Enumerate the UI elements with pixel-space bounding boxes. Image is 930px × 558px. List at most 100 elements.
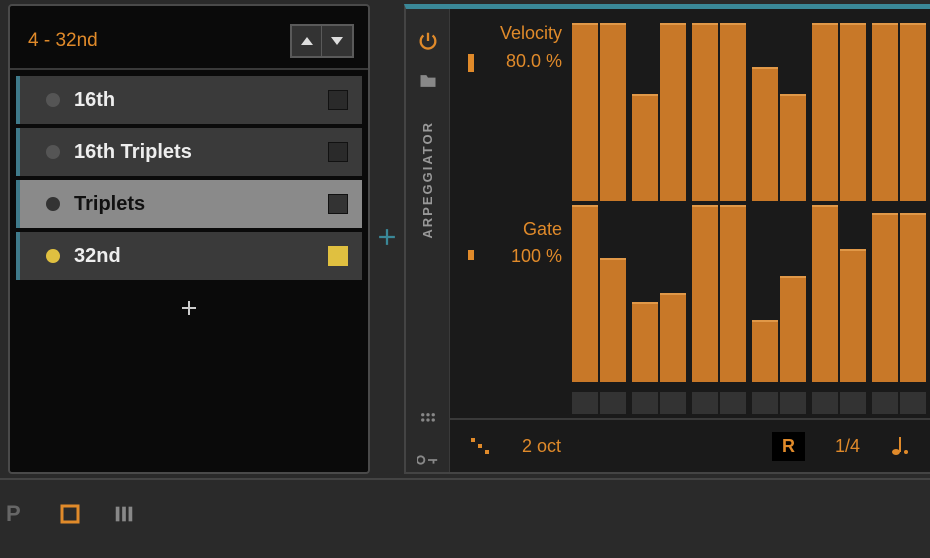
step-cell-pair[interactable] — [872, 392, 926, 414]
velocity-track[interactable] — [572, 23, 926, 201]
preset-dropdown-label[interactable]: 4 - 32nd — [28, 30, 98, 52]
bar[interactable] — [812, 205, 838, 383]
step-cell[interactable] — [692, 392, 718, 414]
preset-next-button[interactable] — [322, 26, 352, 56]
bar-step[interactable] — [632, 205, 686, 383]
list-item-indicator — [46, 93, 60, 107]
list-item-label: 16th — [74, 89, 314, 112]
bar[interactable] — [692, 23, 718, 201]
step-cell[interactable] — [720, 392, 746, 414]
step-cell-pair[interactable] — [812, 392, 866, 414]
preset-prev-button[interactable] — [292, 26, 322, 56]
bar[interactable] — [780, 94, 806, 201]
add-preset-button[interactable] — [16, 284, 362, 332]
bar[interactable] — [900, 213, 926, 382]
power-button[interactable] — [416, 29, 440, 53]
bar[interactable] — [572, 205, 598, 383]
octaves-value: 2 oct — [522, 436, 561, 457]
bar[interactable] — [720, 23, 746, 201]
step-cell-pair[interactable] — [632, 392, 686, 414]
step-cell[interactable] — [840, 392, 866, 414]
device-side-strip: ARPEGGIATOR — [406, 9, 450, 472]
mode-value: R — [772, 432, 805, 461]
step-cell[interactable] — [752, 392, 778, 414]
bar-step[interactable] — [692, 205, 746, 383]
bar[interactable] — [752, 320, 778, 382]
list-item[interactable]: 16th Triplets — [16, 128, 362, 176]
step-cell[interactable] — [572, 392, 598, 414]
view-single-button[interactable] — [57, 501, 83, 527]
device-body: Velocity 80.0 % Gate 100 % — [450, 9, 930, 472]
preset-list-panel: 4 - 32nd 16th 16th Triplets Triplets 32nd — [8, 4, 370, 474]
view-columns-button[interactable] — [111, 501, 137, 527]
bar[interactable] — [872, 23, 898, 201]
key-button[interactable] — [416, 448, 440, 472]
bar[interactable] — [600, 258, 626, 382]
bar[interactable] — [660, 293, 686, 382]
bar-step[interactable] — [572, 205, 626, 383]
list-item-indicator — [46, 145, 60, 159]
bar-step[interactable] — [572, 23, 626, 201]
bar[interactable] — [840, 23, 866, 201]
velocity-title: Velocity — [500, 23, 562, 44]
bar[interactable] — [692, 205, 718, 383]
note-value-param[interactable] — [890, 435, 910, 457]
list-item-swatch[interactable] — [328, 142, 348, 162]
bar[interactable] — [572, 23, 598, 201]
step-cell-pair[interactable] — [752, 392, 806, 414]
step-cell[interactable] — [660, 392, 686, 414]
bar[interactable] — [660, 23, 686, 201]
add-device-button[interactable] — [378, 225, 396, 253]
folder-icon — [418, 71, 438, 91]
bar[interactable] — [752, 67, 778, 200]
step-cell[interactable] — [900, 392, 926, 414]
bar-step[interactable] — [752, 23, 806, 201]
bar[interactable] — [840, 249, 866, 382]
list-item-label: Triplets — [74, 193, 314, 216]
mode-param[interactable]: R — [772, 432, 805, 461]
bar-step[interactable] — [692, 23, 746, 201]
bar[interactable] — [720, 205, 746, 383]
list-item[interactable]: 16th — [16, 76, 362, 124]
bar-step[interactable] — [632, 23, 686, 201]
gate-track[interactable] — [572, 205, 926, 383]
gate-indicator[interactable] — [468, 250, 474, 260]
bar-step[interactable] — [752, 205, 806, 383]
list-item-indicator — [46, 249, 60, 263]
octaves-param[interactable]: 2 oct — [522, 436, 561, 457]
step-cell[interactable] — [780, 392, 806, 414]
grid-view-button[interactable] — [416, 408, 440, 432]
list-item[interactable]: Triplets — [16, 180, 362, 228]
list-item[interactable]: 32nd — [16, 232, 362, 280]
list-item-swatch[interactable] — [328, 194, 348, 214]
bar-step[interactable] — [872, 205, 926, 383]
preset-list: 16th 16th Triplets Triplets 32nd — [10, 70, 368, 472]
bar-step[interactable] — [812, 23, 866, 201]
rate-value: 1/4 — [835, 436, 860, 457]
bar[interactable] — [600, 23, 626, 201]
bar[interactable] — [632, 94, 658, 201]
rate-param[interactable]: 1/4 — [835, 436, 860, 457]
velocity-indicator[interactable] — [468, 54, 474, 72]
step-cell[interactable] — [632, 392, 658, 414]
step-cell[interactable] — [872, 392, 898, 414]
plus-icon — [181, 300, 197, 316]
step-cell[interactable] — [812, 392, 838, 414]
bar[interactable] — [780, 276, 806, 383]
list-item-swatch[interactable] — [328, 246, 348, 266]
bar-step[interactable] — [812, 205, 866, 383]
velocity-value[interactable]: 80.0 % — [506, 51, 562, 72]
bar[interactable] — [632, 302, 658, 382]
pattern-param[interactable] — [470, 437, 492, 455]
bar-step[interactable] — [872, 23, 926, 201]
step-cell[interactable] — [600, 392, 626, 414]
gate-value[interactable]: 100 % — [511, 246, 562, 267]
step-cell-pair[interactable] — [692, 392, 746, 414]
step-cell-pair[interactable] — [572, 392, 626, 414]
bar[interactable] — [872, 213, 898, 382]
bar[interactable] — [812, 23, 838, 201]
chevron-down-icon — [331, 37, 343, 45]
folder-button[interactable] — [416, 69, 440, 93]
list-item-swatch[interactable] — [328, 90, 348, 110]
bar[interactable] — [900, 23, 926, 201]
